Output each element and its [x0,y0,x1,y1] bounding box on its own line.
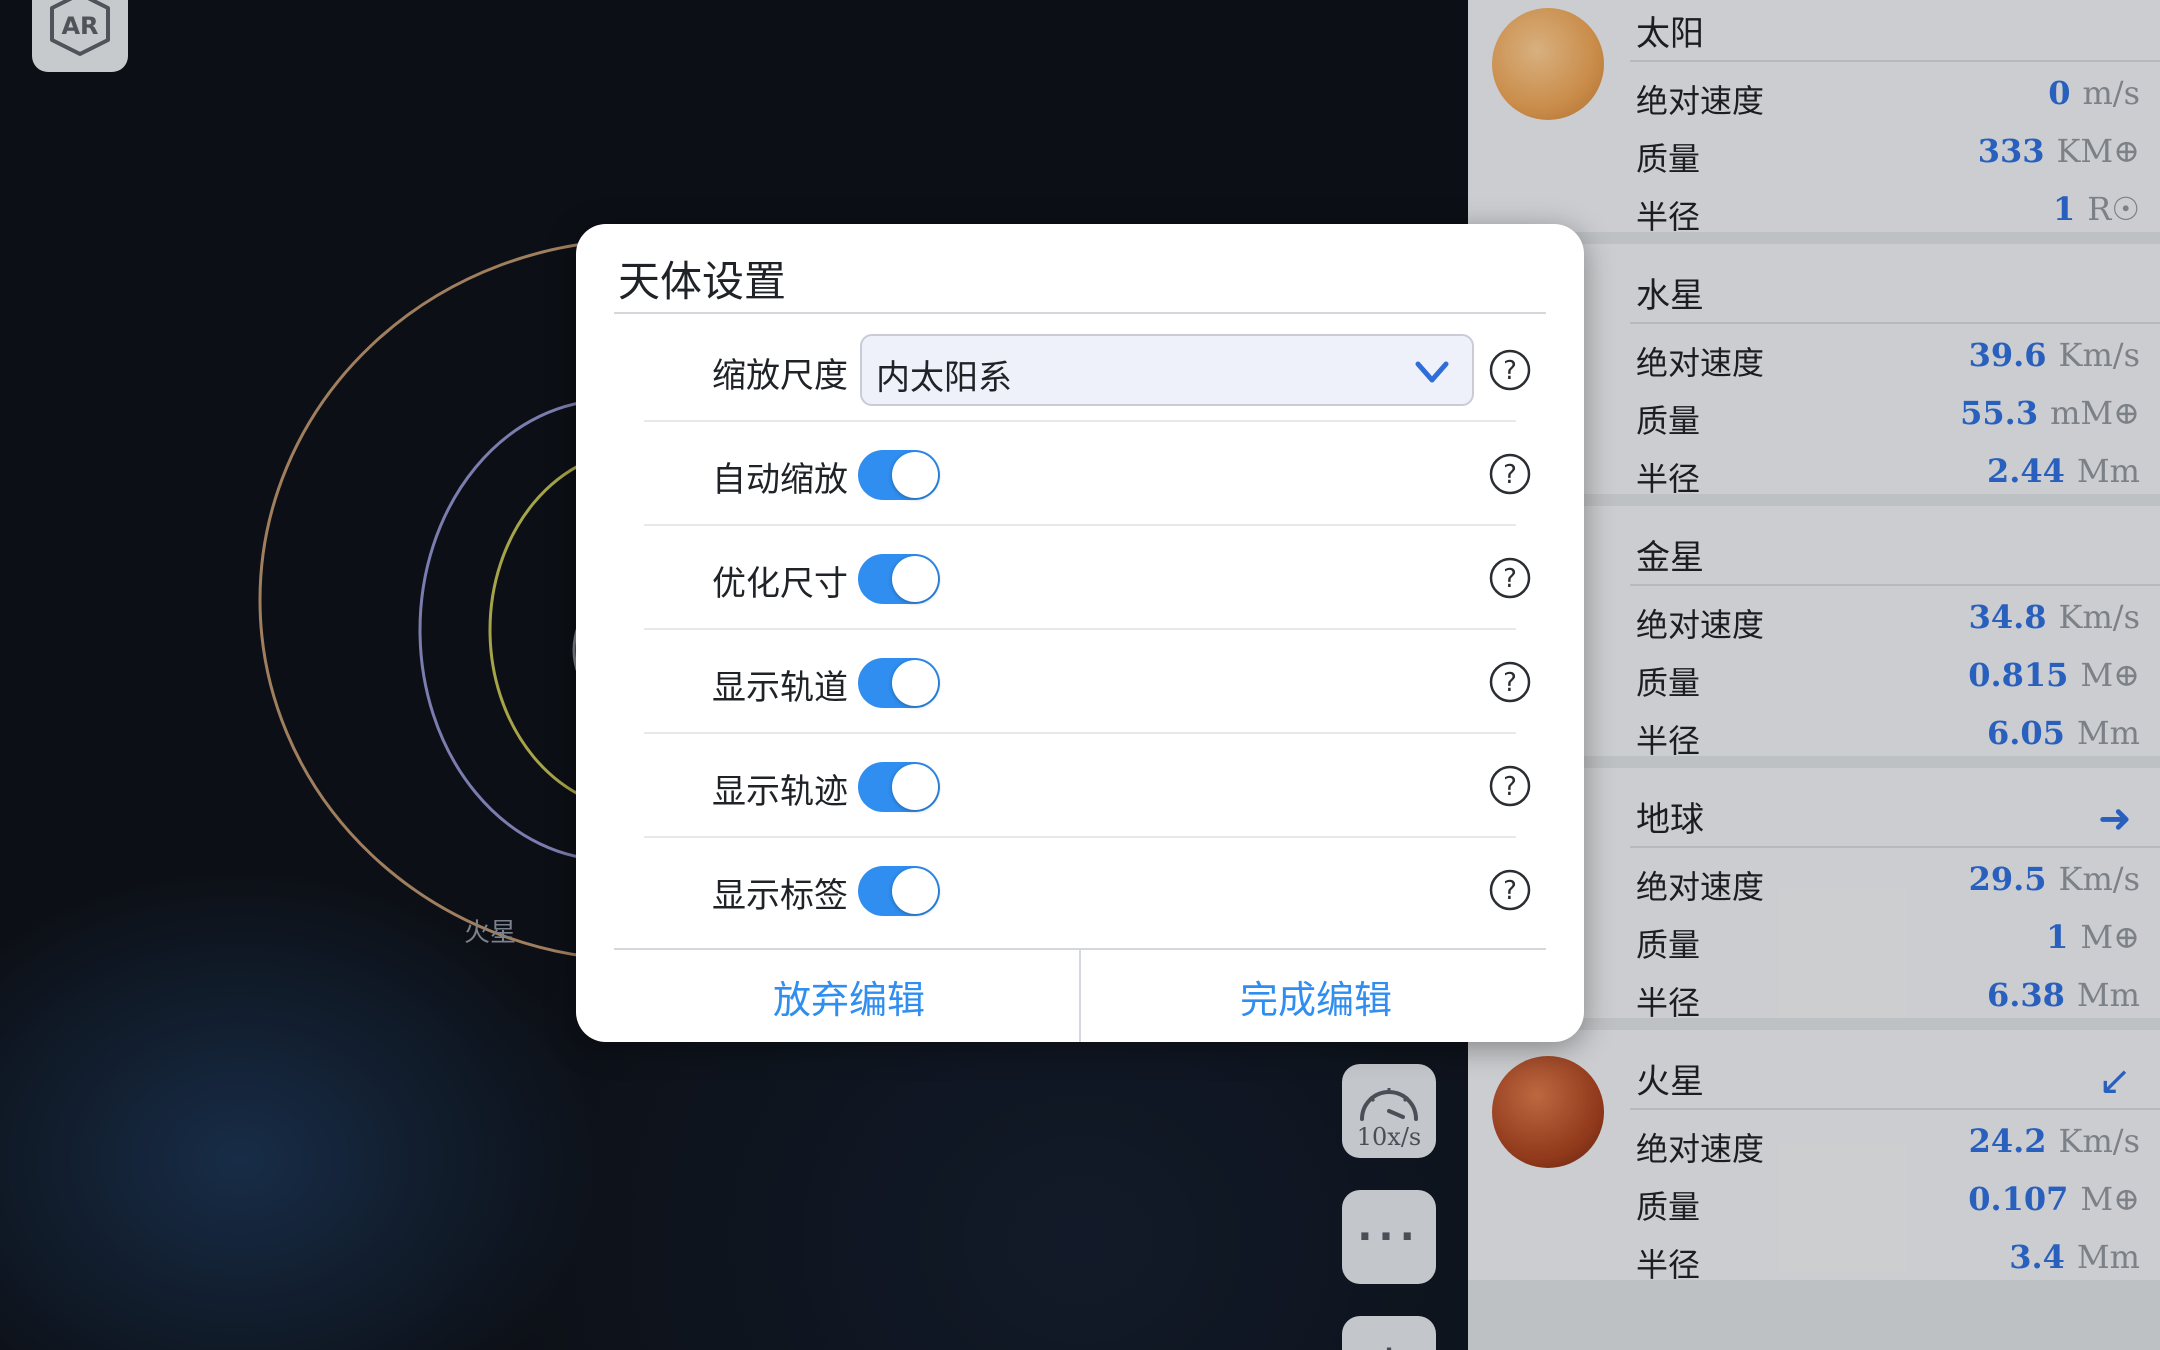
toggle-knob [892,868,938,914]
question-circle-icon[interactable]: ? [1488,452,1532,496]
setting-label-scale: 缩放尺度 [712,356,848,396]
question-circle-icon[interactable]: ? [1488,764,1532,808]
svg-text:?: ? [1503,564,1517,594]
setting-label-auto-zoom: 自动缩放 [712,460,848,500]
toggle-knob [892,764,938,810]
svg-text:?: ? [1503,460,1517,490]
setting-label-optimize-size: 优化尺寸 [712,564,848,604]
toggle-show-labels[interactable] [858,866,940,916]
discard-edit-button[interactable]: 放弃编辑 [614,950,1084,1042]
svg-text:?: ? [1503,772,1517,802]
done-edit-button[interactable]: 完成编辑 [1081,950,1551,1042]
setting-row-show-labels: 显示标签? [576,838,1584,942]
chevron-down-icon [1415,361,1449,383]
question-circle-icon[interactable]: ? [1488,868,1532,912]
question-circle-icon[interactable]: ? [1488,660,1532,704]
svg-text:?: ? [1503,668,1517,698]
setting-label-show-orbits: 显示轨道 [712,668,848,708]
setting-label-show-labels: 显示标签 [712,876,848,916]
setting-row-optimize-size: 优化尺寸? [576,526,1584,630]
toggle-knob [892,660,938,706]
setting-row-show-trails: 显示轨迹? [576,734,1584,838]
toggle-optimize-size[interactable] [858,554,940,604]
toggle-knob [892,452,938,498]
svg-text:?: ? [1503,876,1517,906]
svg-text:?: ? [1503,356,1517,386]
toggle-knob [892,556,938,602]
setting-row-auto-zoom: 自动缩放? [576,422,1584,526]
title-divider [614,312,1546,314]
toggle-show-orbits[interactable] [858,658,940,708]
question-circle-icon[interactable]: ? [1488,348,1532,392]
toggle-auto-zoom[interactable] [858,450,940,500]
toggle-show-trails[interactable] [858,762,940,812]
question-circle-icon[interactable]: ? [1488,556,1532,600]
scale-select[interactable]: 内太阳系 [860,334,1474,406]
dialog-title: 天体设置 [618,257,787,306]
scale-select-value: 内太阳系 [876,358,1012,398]
setting-label-show-trails: 显示轨迹 [712,772,848,812]
setting-row-show-orbits: 显示轨道? [576,630,1584,734]
celestial-settings-dialog: 天体设置 缩放尺度 ? 内太阳系 自动缩放? 优化尺寸? 显示轨道? 显示轨迹? 显示标… [576,224,1584,1042]
